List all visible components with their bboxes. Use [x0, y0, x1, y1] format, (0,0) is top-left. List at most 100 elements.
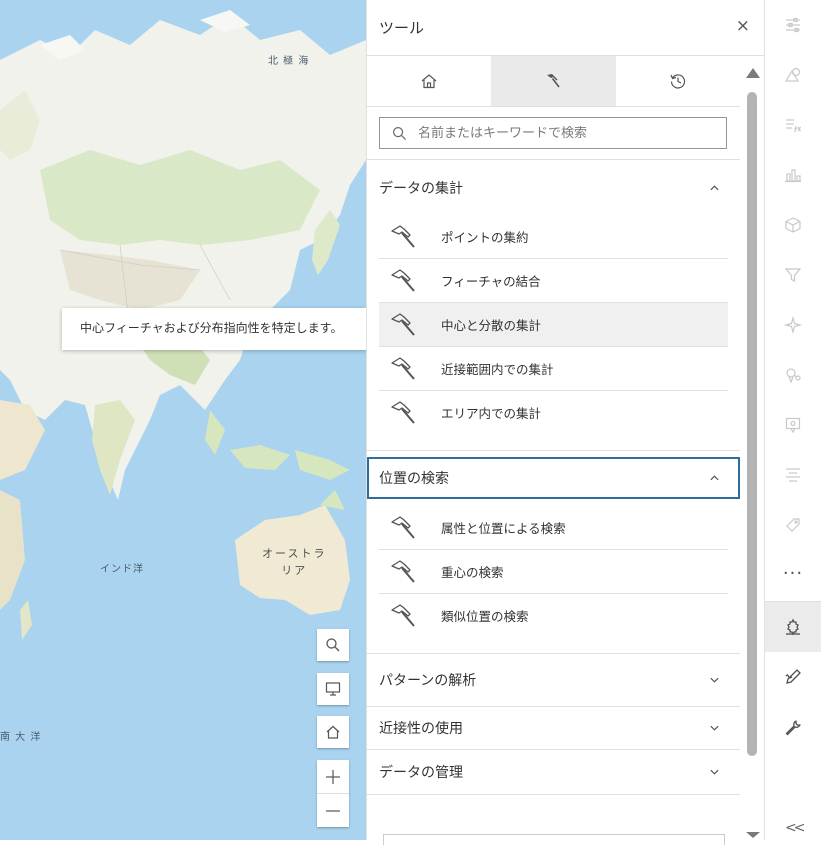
- tag-edit-icon: [786, 518, 800, 532]
- map-home-button[interactable]: [317, 716, 349, 748]
- plus-icon: [326, 769, 340, 784]
- double-chevron-left-icon: <<: [785, 820, 806, 836]
- action-properties[interactable]: [765, 0, 821, 50]
- home-icon: [326, 725, 340, 739]
- tool-label: ポイントの集約: [441, 230, 529, 245]
- tool-item-find-similar-locations[interactable]: 類似位置の検索: [379, 594, 728, 637]
- section-header-find-locations[interactable]: 位置の検索: [367, 457, 740, 499]
- history-icon: [670, 74, 685, 89]
- tab-home[interactable]: [367, 56, 491, 106]
- hammer-icon: [391, 224, 415, 248]
- hammer-icon: [391, 603, 415, 627]
- action-fields[interactable]: [765, 100, 821, 150]
- chevron-down-icon: [710, 769, 719, 775]
- search-icon: [326, 638, 340, 652]
- action-sketch[interactable]: [765, 500, 821, 550]
- action-effects[interactable]: [765, 300, 821, 350]
- tab-tools[interactable]: [491, 56, 616, 106]
- close-icon: ×: [735, 16, 750, 36]
- tool-label: 重心の検索: [441, 565, 504, 580]
- section-header-summarize-data[interactable]: データの集計: [367, 160, 740, 215]
- tool-item-aggregate-points[interactable]: ポイントの集約: [379, 215, 728, 259]
- zoom-out-button[interactable]: [317, 793, 349, 827]
- panel-scrollbar[interactable]: [740, 56, 764, 840]
- map-label-southern-ocean: 南 大 洋: [0, 732, 42, 743]
- map-label-australia-line2: リア: [281, 564, 308, 577]
- action-utilities[interactable]: [765, 703, 821, 753]
- tools-panel: ツール × データの集計 ポイントの集約: [366, 0, 764, 845]
- tool-search-input[interactable]: [418, 125, 708, 141]
- tool-label: 近接範囲内での集計: [441, 362, 554, 377]
- tool-item-find-centroids[interactable]: 重心の検索: [379, 550, 728, 594]
- hammer-icon: [391, 312, 415, 336]
- section-body-summarize-data: ポイントの集約 フィーチャの結合 中心と分散の集計 近接範囲内での集計 エリア内…: [367, 215, 740, 444]
- scroll-thumb[interactable]: [747, 92, 757, 756]
- analysis-icon: [786, 618, 800, 636]
- monitor-icon: [325, 682, 341, 696]
- cube-icon: [785, 217, 801, 233]
- table-fx-icon: [786, 119, 802, 133]
- action-filter[interactable]: [765, 250, 821, 300]
- section-title: データの管理: [379, 765, 463, 781]
- hammer-icon: [391, 356, 415, 380]
- tool-label: フィーチャの結合: [441, 274, 541, 289]
- action-locate[interactable]: [765, 350, 821, 400]
- chevron-down-icon: [710, 677, 719, 683]
- tool-item-summarize-nearby[interactable]: 近接範囲内での集計: [379, 347, 728, 391]
- section-header-manage-data[interactable]: データの管理: [367, 750, 740, 794]
- divider: [367, 794, 740, 795]
- hammer-icon: [391, 559, 415, 583]
- section-body-find-locations: 属性と位置による検索 重心の検索 類似位置の検索: [367, 499, 740, 647]
- hammer-icon: [547, 74, 561, 88]
- action-popups[interactable]: [765, 400, 821, 450]
- action-styles[interactable]: [765, 50, 821, 100]
- close-button[interactable]: ×: [736, 16, 750, 36]
- action-charts[interactable]: [765, 150, 821, 200]
- more-icon: ···: [782, 562, 804, 584]
- action-more-button[interactable]: ···: [765, 551, 821, 601]
- home-icon: [421, 74, 437, 89]
- tool-label: エリア内での集計: [441, 406, 542, 421]
- map-search-button[interactable]: [317, 629, 349, 661]
- sliders-icon: [786, 17, 800, 33]
- tool-item-find-existing-locations[interactable]: 属性と位置による検索: [379, 506, 728, 550]
- chevron-down-icon: [710, 725, 719, 731]
- action-sketch-tool[interactable]: [765, 652, 821, 702]
- hammer-icon: [391, 515, 415, 539]
- section-header-use-proximity[interactable]: 近接性の使用: [367, 707, 740, 749]
- section-title: データの集計: [379, 180, 463, 197]
- tool-item-join-features[interactable]: フィーチャの結合: [379, 259, 728, 303]
- action-cluster[interactable]: [765, 200, 821, 250]
- section-header-analyze-patterns[interactable]: パターンの解析: [367, 654, 740, 706]
- search-icon: [392, 126, 407, 140]
- tool-label: 類似位置の検索: [441, 609, 529, 624]
- panel-title: ツール: [379, 19, 425, 37]
- filter-icon: [784, 268, 802, 282]
- map-fullscreen-button[interactable]: [317, 673, 349, 705]
- tool-search-box: [379, 117, 727, 149]
- map-label-arctic: 北 極 海: [268, 56, 310, 67]
- tool-item-summarize-within[interactable]: エリア内での集計: [379, 391, 728, 434]
- scroll-up-arrow[interactable]: [746, 68, 760, 78]
- action-labels[interactable]: [765, 450, 821, 500]
- collapse-actionbar-button[interactable]: <<: [785, 820, 806, 836]
- tool-tooltip: 中心フィーチャおよび分布指向性を特定します。: [62, 308, 366, 350]
- scroll-down-arrow[interactable]: [746, 832, 760, 838]
- map-label-australia: オーストラ リア: [262, 545, 326, 579]
- action-analysis[interactable]: [765, 602, 821, 652]
- tab-history[interactable]: [616, 56, 740, 106]
- chevron-up-icon: [710, 475, 719, 481]
- wrench-icon: [785, 720, 801, 736]
- section-title: パターンの解析: [379, 673, 477, 689]
- pen-curve-icon: [785, 669, 801, 684]
- tool-category-list: データの集計 ポイントの集約 フィーチャの結合 中心と分散の集計 近接範囲内での…: [367, 159, 740, 795]
- tool-label: 中心と分散の集計: [441, 318, 542, 333]
- align-icon: [786, 468, 800, 482]
- zoom-controls: [317, 760, 349, 827]
- zoom-in-button[interactable]: [317, 760, 349, 793]
- tool-item-summarize-center-dispersion[interactable]: 中心と分散の集計: [379, 303, 728, 347]
- chart-icon: [785, 169, 801, 183]
- map-view[interactable]: 北 極 海 インド洋 南 大 洋 オーストラ リア 中心フィーチャおよび分布指向…: [0, 0, 366, 840]
- section-title: 近接性の使用: [379, 721, 463, 737]
- hammer-icon: [391, 268, 415, 292]
